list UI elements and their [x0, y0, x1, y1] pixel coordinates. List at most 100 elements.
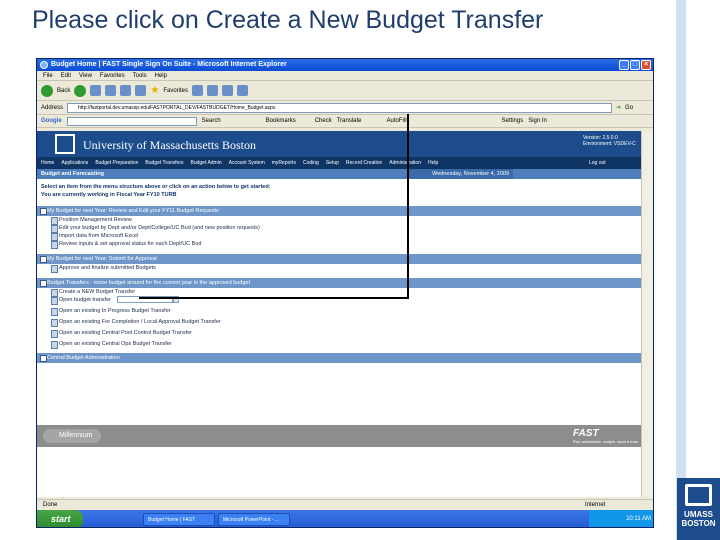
taskbar-item-powerpoint[interactable]: Microsoft PowerPoint - ... [218, 513, 290, 526]
list-item[interactable]: Review inputs & set approval status for … [37, 240, 643, 249]
logout-link[interactable]: Log out [589, 157, 606, 169]
print-icon[interactable] [222, 85, 233, 96]
umass-boston-logo: UMASS BOSTON [677, 478, 720, 540]
content-spacer [37, 363, 643, 425]
nav-myreports[interactable]: myReports [272, 157, 296, 169]
browser-toolbar: Back ★ Favorites [37, 81, 653, 101]
maximize-button[interactable]: □ [630, 60, 640, 70]
menu-help[interactable]: Help [155, 71, 167, 80]
intro-line-2: You are currently working in Fiscal Year… [41, 192, 177, 198]
group-header-central-admin[interactable]: Central Budget Administration [37, 353, 643, 363]
edit-icon[interactable] [237, 85, 248, 96]
window-title: Budget Home | FAST Single Sign On Suite … [51, 61, 287, 68]
nav-budget-transfers[interactable]: Budget Transfers [145, 157, 183, 169]
list-item[interactable]: Open an existing In Progress Budget Tran… [37, 307, 643, 316]
nav-coding[interactable]: Coding [303, 157, 319, 169]
nav-record-creation[interactable]: Record Creation [346, 157, 382, 169]
go-arrow-icon[interactable]: ➜ [616, 104, 621, 111]
go-button[interactable]: Go [625, 105, 633, 111]
list-item[interactable]: Approve and finalize submitted Budgets [37, 264, 643, 273]
list-item[interactable]: Open an existing For Completion / Local … [37, 318, 643, 327]
taskbar-item-budget-home[interactable]: Budget Home | FAST Single... [143, 513, 215, 526]
list-item[interactable]: Open an existing Central Pool Control Bu… [37, 329, 643, 338]
slide-title: Please click on Create a New Budget Tran… [32, 6, 544, 34]
nav-help[interactable]: Help [428, 157, 438, 169]
close-button[interactable]: × [641, 60, 651, 70]
university-banner: University of Massachusetts Boston Versi… [37, 131, 643, 157]
menu-edit[interactable]: Edit [61, 71, 71, 80]
intro-line-1: Select an item from the menu structure a… [41, 184, 271, 190]
google-bookmarks-button[interactable]: Bookmarks [266, 118, 296, 124]
home-icon[interactable] [120, 85, 132, 96]
star-icon[interactable]: ★ [150, 85, 159, 96]
start-button[interactable]: start [37, 510, 83, 527]
current-date: Wednesday, November 4, 2009 [409, 169, 513, 179]
menu-file[interactable]: File [43, 71, 53, 80]
budget-transfer-select[interactable] [116, 296, 173, 304]
window-titlebar: Budget Home | FAST Single Sign On Suite … [37, 59, 653, 71]
app-nav: Home Applications Budget Preparation Bud… [37, 157, 643, 169]
nav-home[interactable]: Home [41, 157, 54, 169]
minimize-button[interactable]: _ [619, 60, 629, 70]
google-translate-button[interactable]: Translate [337, 118, 362, 124]
version-info: Version: 2.5.0.0 Environment: VSDEV-C [583, 135, 636, 147]
menu-favorites[interactable]: Favorites [100, 71, 125, 80]
address-bar: Address http://fastportal.dev.umassp.edu… [37, 101, 653, 115]
nav-account-system[interactable]: Account System [229, 157, 265, 169]
decorative-side-bar [676, 0, 720, 540]
forward-arrow-icon[interactable] [74, 84, 87, 97]
section-title: Budget and Forecasting [41, 171, 104, 177]
intro-text: Select an item from the menu structure a… [37, 179, 643, 205]
list-item[interactable]: Import data from Microsoft Excel [37, 232, 643, 241]
app-footer: Millennium FAST Plan, administrate, anal… [37, 425, 643, 447]
menu-tools[interactable]: Tools [133, 71, 147, 80]
clock: 10:11 AM [626, 516, 651, 522]
menu-bar: File Edit View Favorites Tools Help [37, 71, 653, 81]
nav-administration[interactable]: Administration [389, 157, 421, 169]
create-new-budget-transfer-link[interactable]: Create a NEW Budget Transfer [37, 288, 643, 297]
stop-icon[interactable] [90, 85, 102, 96]
logo-text: UMASS BOSTON [681, 510, 716, 528]
search-icon[interactable] [135, 85, 147, 96]
fast-logo: FAST [573, 428, 599, 439]
environment-text: Environment: VSDEV-C [583, 141, 636, 147]
umass-seal-icon [685, 484, 712, 506]
list-item[interactable]: Position Management Review [37, 216, 643, 225]
umass-seal-icon [55, 134, 75, 154]
nav-budget-preparation[interactable]: Budget Preparation [95, 157, 138, 169]
history-icon[interactable] [192, 85, 203, 96]
list-item[interactable]: Open an existing Central Ops Budget Tran… [37, 340, 643, 349]
budget-section: Budget and Forecasting Wednesday, Novemb… [37, 169, 643, 363]
status-text: Done [43, 502, 58, 508]
google-search-input[interactable] [66, 116, 197, 126]
google-signin-button[interactable]: Sign In [528, 118, 547, 124]
university-name: University of Massachusetts Boston [83, 138, 256, 152]
google-check-button[interactable]: Check [315, 118, 332, 124]
nav-budget-admin[interactable]: Budget Admin [190, 157, 221, 169]
vertical-scrollbar[interactable] [641, 131, 653, 497]
back-button-label[interactable]: Back [57, 88, 70, 94]
google-settings-button[interactable]: Settings [502, 118, 524, 124]
address-label: Address [41, 104, 64, 111]
open-budget-transfer-row: Open budget transfer [37, 296, 643, 305]
list-item[interactable]: Edit your budget by Dept and/or Dept/Col… [37, 224, 643, 233]
address-input[interactable]: http://fastportal.dev.umassp.edu/FASTPOR… [67, 102, 613, 113]
menu-view[interactable]: View [79, 71, 92, 80]
ie-icon [40, 61, 48, 69]
browser-window: Budget Home | FAST Single Sign On Suite … [36, 58, 654, 528]
nav-setup[interactable]: Setup [326, 157, 339, 169]
mail-icon[interactable] [207, 85, 218, 96]
group-header-submit[interactable]: My Budget for next Year: Submit for Appr… [37, 254, 643, 264]
google-autofill-button[interactable]: AutoFill [387, 118, 407, 124]
google-logo: Google [41, 118, 62, 124]
back-arrow-icon[interactable] [41, 84, 53, 97]
google-search-button[interactable]: Search [202, 118, 221, 124]
group-header-review[interactable]: My Budget for next Year: Review and Edit… [37, 206, 643, 216]
chevron-down-icon[interactable] [172, 296, 179, 304]
nav-applications[interactable]: Applications [61, 157, 88, 169]
group-header-transfers[interactable]: Budget Transfers - move budget around fo… [37, 278, 643, 288]
favorites-button-label[interactable]: Favorites [163, 88, 188, 94]
status-bar: Done Internet [37, 499, 653, 510]
taskbar: start Budget Home | FAST Single... Micro… [37, 510, 653, 527]
refresh-icon[interactable] [105, 85, 117, 96]
